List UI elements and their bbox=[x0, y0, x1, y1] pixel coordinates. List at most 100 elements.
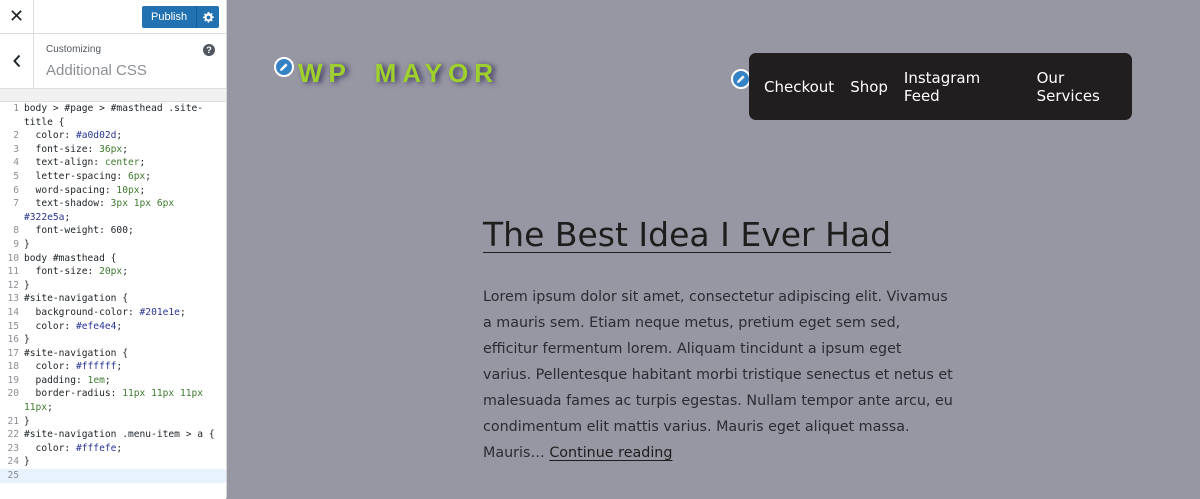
code-text: background-color: #201e1e; bbox=[24, 306, 186, 318]
nav-item-shop[interactable]: Shop bbox=[850, 78, 888, 96]
pencil-icon bbox=[280, 63, 288, 71]
customizer-header: ✕ Publish bbox=[0, 0, 226, 34]
code-text: } bbox=[24, 415, 30, 427]
code-text: word-spacing: 10px; bbox=[24, 184, 146, 196]
line-number: 20 bbox=[7, 388, 19, 400]
code-text: letter-spacing: 6px; bbox=[24, 170, 152, 182]
code-line[interactable]: 21} bbox=[0, 415, 226, 429]
code-text: #322e5a; bbox=[24, 211, 71, 223]
line-number: 7 bbox=[13, 198, 19, 210]
site-title[interactable]: WP MAYOR bbox=[298, 58, 499, 89]
code-line[interactable]: 25 bbox=[0, 469, 226, 483]
post-title[interactable]: The Best Idea I Ever Had bbox=[483, 215, 891, 254]
line-number: 5 bbox=[13, 170, 19, 182]
line-number: 11 bbox=[7, 266, 19, 278]
line-number: 2 bbox=[13, 130, 19, 142]
line-number: 3 bbox=[13, 143, 19, 155]
code-line[interactable]: 2 color: #a0d02d; bbox=[0, 129, 226, 143]
code-line[interactable]: #322e5a; bbox=[0, 211, 226, 225]
back-button[interactable] bbox=[0, 34, 34, 88]
code-text: } bbox=[24, 334, 30, 346]
publish-button[interactable]: Publish bbox=[142, 6, 197, 28]
edit-site-title-button[interactable] bbox=[274, 57, 294, 77]
code-line[interactable]: 13 #site-navigation { bbox=[0, 292, 226, 306]
code-line[interactable]: 11px; bbox=[0, 401, 226, 415]
line-number: 12 bbox=[7, 279, 19, 291]
site-navigation: Checkout Shop Instagram Feed Our Service… bbox=[749, 53, 1132, 120]
code-line[interactable]: 10 body #masthead { bbox=[0, 252, 226, 266]
excerpt-text: Lorem ipsum dolor sit amet, consectetur … bbox=[483, 289, 953, 461]
nav-item-instagram-feed[interactable]: Instagram Feed bbox=[904, 69, 1021, 105]
code-line[interactable]: 20 border-radius: 11px 11px 11px bbox=[0, 387, 226, 401]
close-icon: ✕ bbox=[8, 6, 25, 27]
css-code-editor[interactable]: 1 body > #page > #masthead .site-title {2… bbox=[0, 101, 226, 499]
line-number: 24 bbox=[7, 456, 19, 468]
line-number: 1 bbox=[13, 103, 19, 114]
line-number: 18 bbox=[7, 361, 19, 373]
code-text: title { bbox=[24, 116, 65, 128]
line-number: 8 bbox=[13, 225, 19, 237]
publish-group: Publish bbox=[142, 6, 220, 28]
code-text: padding: 1em; bbox=[24, 374, 111, 386]
code-text: text-shadow: 3px 1px 6px bbox=[24, 198, 175, 210]
code-text: color: #fffefe; bbox=[24, 442, 123, 454]
code-line[interactable]: 7 text-shadow: 3px 1px 6px bbox=[0, 197, 226, 211]
gear-icon bbox=[202, 11, 214, 22]
code-line[interactable]: 18 color: #ffffff; bbox=[0, 360, 226, 374]
code-line[interactable]: 15 color: #efe4e4; bbox=[0, 320, 226, 334]
post-excerpt: Lorem ipsum dolor sit amet, consectetur … bbox=[483, 284, 953, 466]
code-line[interactable]: 19 padding: 1em; bbox=[0, 374, 226, 388]
code-line[interactable]: 12} bbox=[0, 279, 226, 293]
code-line[interactable]: 5 letter-spacing: 6px; bbox=[0, 170, 226, 184]
code-line[interactable]: 22 #site-navigation .menu-item > a { bbox=[0, 428, 226, 442]
line-number: 9 bbox=[13, 238, 19, 250]
line-number: 10 bbox=[7, 252, 19, 264]
code-line[interactable]: 4 text-align: center; bbox=[0, 156, 226, 170]
code-line[interactable]: 3 font-size: 36px; bbox=[0, 143, 226, 157]
code-text: color: #ffffff; bbox=[24, 361, 123, 373]
nav-item-our-services[interactable]: Our Services bbox=[1037, 69, 1132, 105]
line-number: 4 bbox=[13, 157, 19, 169]
section-title: Additional CSS bbox=[46, 62, 147, 79]
edit-menu-button[interactable] bbox=[731, 69, 751, 89]
help-icon[interactable]: ? bbox=[203, 44, 215, 56]
code-text: #site-navigation { bbox=[24, 293, 128, 305]
code-line[interactable]: 23 color: #fffefe; bbox=[0, 442, 226, 456]
code-line[interactable]: 16} bbox=[0, 333, 226, 347]
line-number: 22 bbox=[7, 429, 19, 441]
line-number: 19 bbox=[7, 374, 19, 386]
code-text: font-weight: 600; bbox=[24, 225, 134, 237]
close-button[interactable]: ✕ bbox=[0, 0, 34, 33]
code-text: color: #a0d02d; bbox=[24, 130, 123, 142]
site-preview: WP MAYOR Checkout Shop Instagram Feed Ou… bbox=[227, 0, 1200, 498]
line-number: 21 bbox=[7, 415, 19, 427]
chevron-left-icon bbox=[12, 54, 20, 68]
code-line[interactable]: 1 body > #page > #masthead .site- bbox=[0, 102, 226, 116]
code-line[interactable]: 8 font-weight: 600; bbox=[0, 224, 226, 238]
code-line[interactable]: 6 word-spacing: 10px; bbox=[0, 184, 226, 198]
code-line[interactable]: title { bbox=[0, 116, 226, 130]
code-text: text-align: center; bbox=[24, 157, 146, 169]
code-text: } bbox=[24, 238, 30, 250]
line-number: 14 bbox=[7, 306, 19, 318]
code-line[interactable]: 11 font-size: 20px; bbox=[0, 265, 226, 279]
customizer-sidebar: ✕ Publish Customizing Additional CSS ? 1… bbox=[0, 0, 227, 499]
code-line[interactable]: 14 background-color: #201e1e; bbox=[0, 306, 226, 320]
code-text: font-size: 20px; bbox=[24, 266, 128, 278]
line-number: 16 bbox=[7, 334, 19, 346]
pencil-icon bbox=[737, 75, 745, 83]
code-line[interactable]: 17 #site-navigation { bbox=[0, 347, 226, 361]
line-number: 15 bbox=[7, 320, 19, 332]
code-text: 11px; bbox=[24, 402, 53, 414]
code-text: font-size: 36px; bbox=[24, 143, 128, 155]
continue-reading-link[interactable]: Continue reading bbox=[549, 445, 672, 461]
code-line[interactable]: 24} bbox=[0, 455, 226, 469]
publish-settings-button[interactable] bbox=[196, 6, 220, 28]
code-line[interactable]: 9} bbox=[0, 238, 226, 252]
code-text: body #masthead { bbox=[24, 252, 117, 264]
code-text: body > #page > #masthead .site- bbox=[24, 103, 204, 114]
nav-item-checkout[interactable]: Checkout bbox=[764, 78, 834, 96]
code-text: color: #efe4e4; bbox=[24, 320, 123, 332]
line-number: 17 bbox=[7, 347, 19, 359]
code-text: border-radius: 11px 11px 11px bbox=[24, 388, 204, 400]
